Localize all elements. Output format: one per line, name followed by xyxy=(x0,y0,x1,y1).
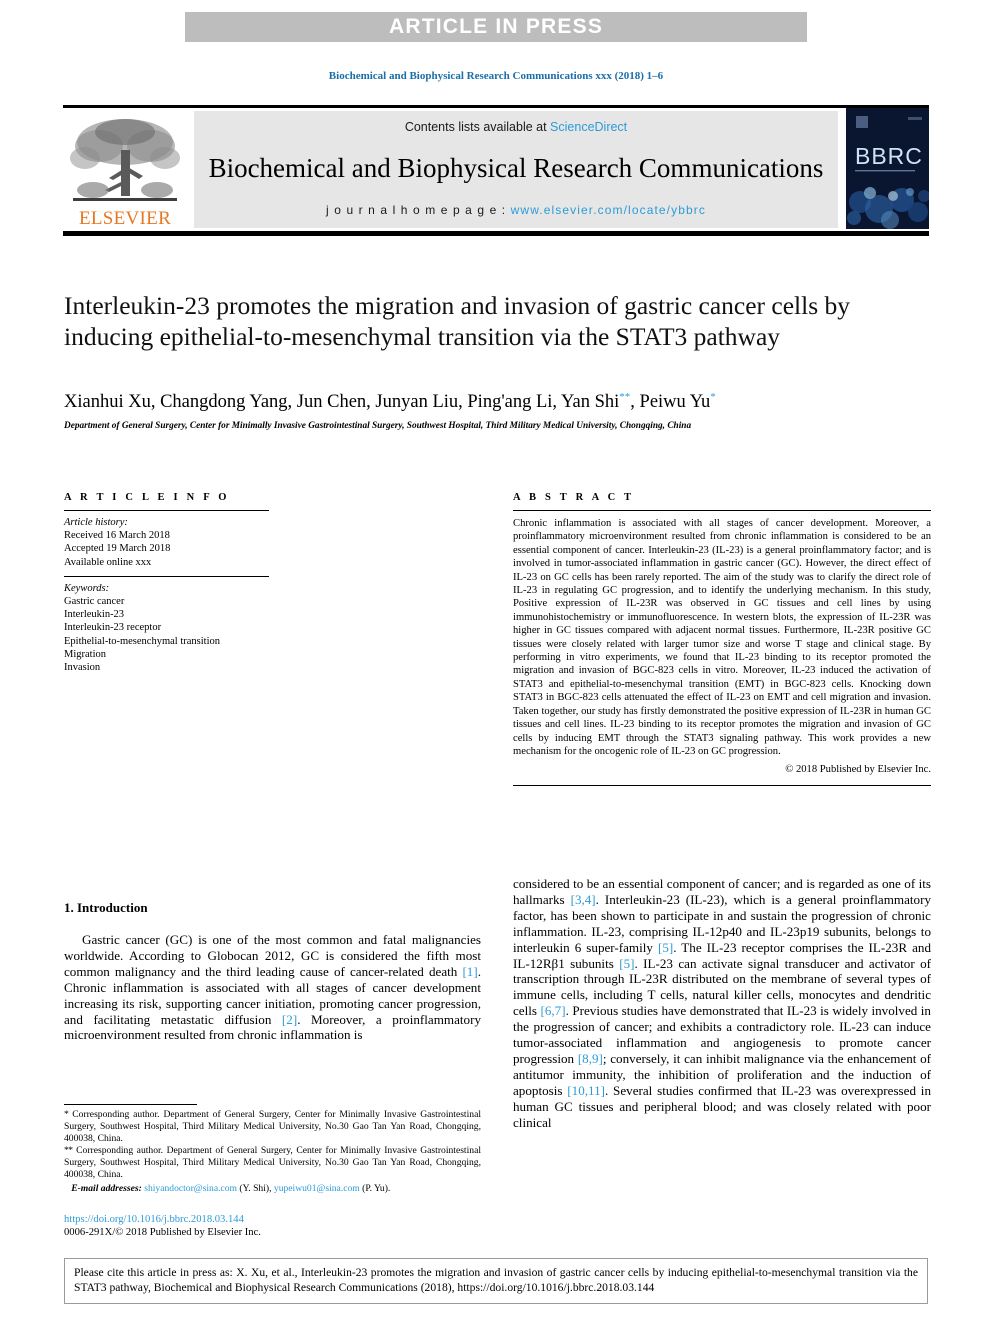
page-title: Interleukin-23 promotes the migration an… xyxy=(64,291,851,351)
keywords-block: Keywords: Gastric cancer Interleukin-23 … xyxy=(64,582,269,674)
article-info-rule-mid xyxy=(64,575,269,577)
masthead-bottom-rule xyxy=(63,231,929,236)
affiliation: Department of General Surgery, Center fo… xyxy=(64,421,692,431)
keywords-label: Keywords: xyxy=(64,582,110,594)
citation-ref-10-11[interactable]: [10,11] xyxy=(567,1083,605,1098)
email-link-yu[interactable]: yupeiwu01@sina.com xyxy=(274,1183,360,1194)
cite-this-article-box: Please cite this article in press as: X.… xyxy=(64,1258,928,1305)
abstract-rule-top xyxy=(513,510,931,511)
sciencedirect-link[interactable]: ScienceDirect xyxy=(550,120,627,134)
doi-block: https://doi.org/10.1016/j.bbrc.2018.03.1… xyxy=(64,1213,484,1240)
body-column-left: 1. Introduction Gastric cancer (GC) is o… xyxy=(64,900,481,1043)
abstract-copyright: © 2018 Published by Elsevier Inc. xyxy=(785,764,931,776)
citation-ref-5a[interactable]: [5] xyxy=(658,940,673,955)
citation-ref-1[interactable]: [1] xyxy=(462,964,477,979)
article-page: ARTICLE IN PRESS Biochemical and Biophys… xyxy=(0,0,992,1323)
footnote-emails: E-mail addresses: shiyandoctor@sina.com … xyxy=(71,1182,391,1194)
author-last-name: , Peiwu Yu xyxy=(630,392,711,413)
article-info-heading: A R T I C L E I N F O xyxy=(64,492,230,503)
footnote-corresponding-1: * Corresponding author. Department of Ge… xyxy=(64,1109,481,1144)
article-history-accepted: Accepted 19 March 2018 xyxy=(64,543,171,555)
article-history-label: Article history: xyxy=(64,517,128,528)
journal-cover-thumbnail: BBRC xyxy=(846,108,929,229)
homepage-prefix: j o u r n a l h o m e p a g e : xyxy=(326,203,511,217)
bbrc-cover-image: BBRC xyxy=(846,108,929,229)
doi-link[interactable]: https://doi.org/10.1016/j.bbrc.2018.03.1… xyxy=(64,1213,484,1226)
footnote-corresponding-2: ** Corresponding author. Department of G… xyxy=(64,1145,481,1180)
citation-ref-3-4[interactable]: [3,4] xyxy=(571,892,596,907)
footnote-corresponding-2-text: Corresponding author. Department of Gene… xyxy=(64,1145,481,1180)
journal-title: Biochemical and Biophysical Research Com… xyxy=(208,153,824,183)
intro-paragraph-right: considered to be an essential component … xyxy=(513,876,931,1131)
elsevier-logo: ELSEVIER xyxy=(63,111,187,229)
email-owner-shi: (Y. Shi) xyxy=(239,1182,270,1194)
abstract-text: Chronic inflammation is associated with … xyxy=(513,518,931,757)
body-column-right: considered to be an essential component … xyxy=(513,876,931,1131)
svg-text:BBRC: BBRC xyxy=(855,143,923,169)
keyword-item: Interleukin-23 xyxy=(64,609,125,621)
citation-ref-2[interactable]: [2] xyxy=(282,1012,297,1027)
intro-text-a: Gastric cancer (GC) is one of the most c… xyxy=(64,932,481,979)
corresponding-marker-single: * xyxy=(710,391,716,403)
authors-names: Xianhui Xu, Changdong Yang, Jun Chen, Ju… xyxy=(64,392,620,413)
section-heading-introduction: 1. Introduction xyxy=(64,900,148,915)
issn-copyright-line: 0006-291X/© 2018 Published by Elsevier I… xyxy=(64,1227,261,1239)
masthead-top-rule xyxy=(63,105,929,108)
article-info-column: A R T I C L E I N F O Article history: R… xyxy=(64,492,269,674)
abstract-rule-bottom xyxy=(513,784,931,786)
article-history-online: Available online xxx xyxy=(64,556,152,568)
email-link-shi[interactable]: shiyandoctor@sina.com xyxy=(144,1183,237,1194)
corresponding-marker-double: ** xyxy=(619,391,631,403)
article-history-received: Received 16 March 2018 xyxy=(64,530,170,542)
elsevier-tree-icon xyxy=(70,119,180,201)
citation-ref-6-7[interactable]: [6,7] xyxy=(540,1003,565,1018)
footnote-block: * Corresponding author. Department of Ge… xyxy=(64,1104,481,1204)
contents-prefix: Contents lists available at xyxy=(404,120,551,134)
journal-masthead: ELSEVIER Contents lists available at Sci… xyxy=(63,105,929,236)
journal-homepage-link[interactable]: www.elsevier.com/locate/ybbrc xyxy=(511,203,706,217)
article-info-rule-top xyxy=(64,510,269,511)
keyword-item: Interleukin-23 receptor xyxy=(64,622,162,634)
footnote-divider xyxy=(64,1104,197,1105)
article-in-press-label: ARTICLE IN PRESS xyxy=(388,15,604,38)
elsevier-wordmark: ELSEVIER xyxy=(78,208,172,229)
footnote-corresponding-1-text: Corresponding author. Department of Gene… xyxy=(64,1109,481,1144)
article-history-block: Article history: Received 16 March 2018 … xyxy=(64,516,269,569)
email-addresses-label: E-mail addresses: xyxy=(71,1182,142,1194)
abstract-heading: A B S T R A C T xyxy=(513,492,635,503)
citation-ref-8-9[interactable]: [8,9] xyxy=(578,1051,603,1066)
keyword-item: Invasion xyxy=(64,662,101,674)
intro-paragraph-left: Gastric cancer (GC) is one of the most c… xyxy=(64,932,481,1043)
email-owner-yu: (P. Yu). xyxy=(362,1182,391,1194)
journal-homepage-line: j o u r n a l h o m e p a g e : www.else… xyxy=(326,203,706,217)
article-in-press-banner: ARTICLE IN PRESS xyxy=(185,12,807,42)
keyword-item: Epithelial-to-mesenchymal transition xyxy=(64,635,220,647)
cite-this-article-text: Please cite this article in press as: X.… xyxy=(74,1266,918,1294)
citation-ref-5b[interactable]: [5] xyxy=(619,956,634,971)
masthead-box: Contents lists available at ScienceDirec… xyxy=(194,111,838,228)
keyword-item: Migration xyxy=(64,648,106,660)
author-list: Xianhui Xu, Changdong Yang, Jun Chen, Ju… xyxy=(64,386,884,413)
contents-available-line: Contents lists available at ScienceDirec… xyxy=(405,120,627,134)
footnote-marker-double: ** xyxy=(64,1145,73,1157)
running-head: Biochemical and Biophysical Research Com… xyxy=(328,70,664,82)
keyword-item: Gastric cancer xyxy=(64,596,125,608)
abstract-column: A B S T R A C T Chronic inflammation is … xyxy=(513,492,931,786)
